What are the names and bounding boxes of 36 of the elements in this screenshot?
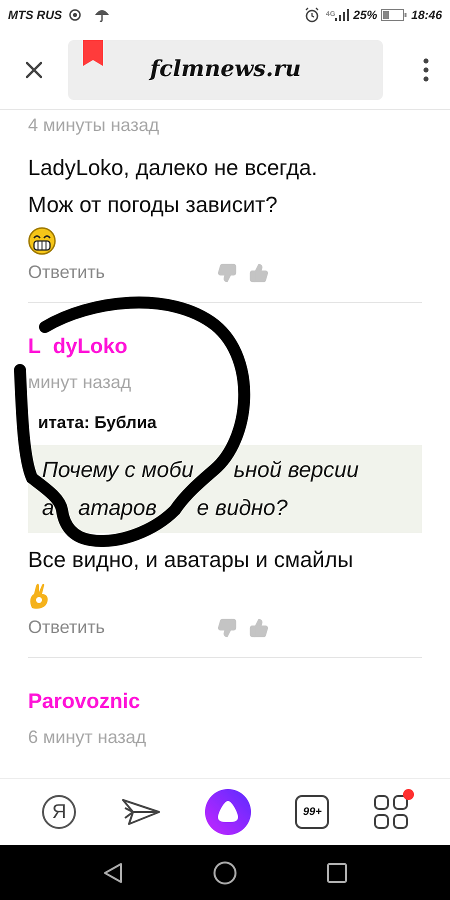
quote-text: атаров: [78, 494, 157, 522]
comment-text: Мож от погоды зависит?: [28, 191, 278, 219]
ok-hand-icon: [28, 582, 50, 610]
author-name: dyLoko: [52, 334, 128, 360]
alarm-icon: [304, 7, 320, 23]
author-name: Parovoznic: [28, 689, 140, 715]
apps-grid-icon[interactable]: [374, 795, 408, 829]
author-name: L: [28, 334, 41, 360]
home-icon[interactable]: [213, 860, 237, 884]
quote-text: е видно?: [196, 494, 288, 522]
umbrella-icon: [94, 7, 110, 23]
clock-time: 18:46: [411, 7, 442, 24]
paper-plane-icon[interactable]: [120, 796, 161, 828]
bookmark-icon[interactable]: [83, 40, 103, 66]
quote-text: Почему с моби: [42, 456, 194, 484]
quote-author: итата: Бублиа: [37, 412, 158, 434]
comment-time: минут назад: [28, 370, 132, 394]
signal-icon: [335, 9, 350, 21]
more-menu-icon[interactable]: [422, 58, 430, 82]
quote-text: а: [42, 494, 54, 522]
tabs-button[interactable]: 99+: [295, 795, 330, 829]
yandex-button[interactable]: Я: [42, 795, 76, 829]
back-icon[interactable]: [103, 862, 123, 884]
comment-text: Все видно, и аватары и смайлы: [28, 546, 354, 574]
grinning-emoji-icon: [28, 227, 56, 255]
comment-text: LadyLoko, далеко не всегда.: [28, 154, 318, 182]
recents-icon[interactable]: [327, 862, 347, 882]
quote-text: ьной версии: [234, 456, 359, 484]
address-bar[interactable]: fclmnews.ru: [68, 40, 383, 100]
battery-percent: 25%: [353, 7, 378, 24]
comment-time: 4 минуты назад: [28, 114, 160, 137]
carrier-name: MTS RUS: [8, 7, 62, 24]
assistant-icon[interactable]: [204, 789, 251, 835]
comment-time: 6 минут назад: [28, 726, 146, 749]
site-address: fclmnews.ru: [150, 55, 302, 84]
battery-icon: [381, 9, 408, 21]
